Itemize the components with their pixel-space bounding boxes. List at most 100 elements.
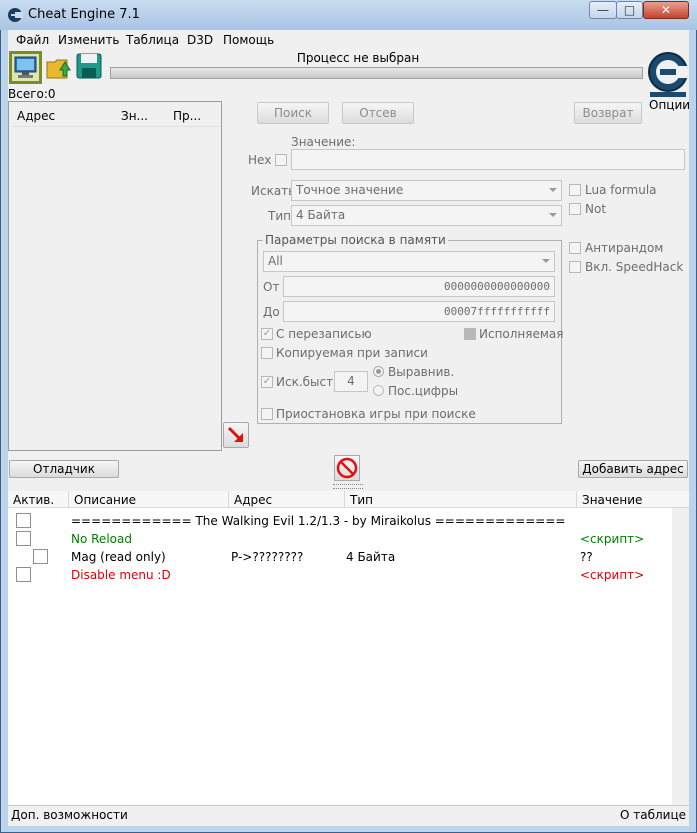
cheat-engine-icon [8,8,23,22]
col-type[interactable]: Тип [350,493,373,507]
column-divider [228,491,229,507]
advanced-options-link[interactable]: Доп. возможности [11,808,128,822]
fast-scan-label: Иск.быст. [276,375,337,389]
col-description[interactable]: Описание [74,493,136,507]
table-header: Актив. Описание Адрес Тип Значение [8,491,689,508]
cheat-engine-logo-icon [648,52,688,97]
column-divider [344,491,345,507]
table-row[interactable]: No Reload <скрипт> [8,530,672,548]
writable-checkbox[interactable]: ✓ [261,328,273,340]
options-label: Опции [649,98,691,112]
memory-group-title: Параметры поиска в памяти [263,233,448,247]
active-checkbox[interactable] [16,513,31,528]
row-value: <скрипт> [580,532,645,546]
value-type-select[interactable]: 4 Байта [291,205,562,226]
open-file-button[interactable] [45,52,75,82]
chevron-down-icon [549,213,557,217]
minimize-button[interactable]: — [589,1,617,19]
alignment-radio[interactable] [373,366,384,377]
memory-view-button[interactable]: Отладчик [9,460,119,478]
value-input[interactable] [291,149,685,170]
not-label: Not [585,202,607,216]
next-scan-button[interactable]: Отсев [342,102,414,124]
active-checkbox[interactable] [33,549,48,564]
lua-formula-checkbox[interactable] [569,184,581,196]
writable-label: С перезаписью [276,327,372,341]
scan-type-select[interactable]: Точное значение [291,180,562,201]
no-entry-icon [336,457,358,479]
computer-monitor-icon [14,56,37,78]
hex-checkbox[interactable] [275,154,287,166]
add-address-button[interactable]: Добавить адрес [578,460,688,478]
red-arrow-down-right-icon [227,426,243,442]
row-type: 4 Байта [346,550,396,564]
last-digits-radio[interactable] [373,385,384,396]
fast-scan-value-input[interactable]: 4 [334,371,368,392]
not-checkbox[interactable] [569,203,581,215]
undo-scan-button[interactable]: Возврат [574,102,642,124]
row-address: P->???????? [231,550,304,564]
row-description: ============ The Walking Evil 1.2/1.3 - … [71,514,566,528]
table-row[interactable]: Mag (read only) P->???????? 4 Байта ?? [8,548,672,566]
antirandom-checkbox[interactable] [569,242,581,254]
alignment-label: Выравнив. [388,365,455,379]
col-active[interactable]: Актив. [13,493,54,507]
memory-region-value: All [268,254,283,268]
clear-list-button[interactable] [334,455,360,481]
window-title: Cheat Engine 7.1 [28,7,140,22]
scan-type-value: Точное значение [296,183,404,197]
cheat-table[interactable]: ============ The Walking Evil 1.2/1.3 - … [8,508,689,805]
menu-d3d[interactable]: D3D [187,33,213,47]
value-label: Значение: [291,135,356,149]
open-process-button[interactable] [9,51,42,84]
active-checkbox[interactable] [16,531,31,546]
row-value: ?? [580,550,593,564]
to-label: До [263,305,280,319]
row-description: Disable menu :D [71,568,171,582]
vertical-scrollbar[interactable] [672,508,689,805]
table-extras-link[interactable]: О таблице [620,808,686,822]
col-address[interactable]: Адрес [17,109,55,123]
table-row[interactable]: Disable menu :D <скрипт> [8,566,672,584]
scan-progress-bar [110,67,643,79]
folder-open-icon [46,59,71,79]
col-table-value[interactable]: Значение [582,493,642,507]
speedhack-label: Вкл. SpeedHack [585,260,684,274]
active-checkbox[interactable] [16,567,31,582]
copy-on-write-label: Копируемая при записи [276,346,428,360]
menu-file[interactable]: Файл [16,33,49,47]
save-button[interactable] [75,52,105,82]
menu-bar: Файл Изменить Таблица D3D Помощь [8,30,689,50]
menu-edit[interactable]: Изменить [58,33,120,47]
chevron-down-icon [542,259,550,263]
col-previous[interactable]: Пр... [173,109,201,123]
close-button[interactable]: ✕ [643,1,689,19]
process-label: Процесс не выбран [296,51,420,65]
start-address-input[interactable]: 0000000000000000 [283,276,555,297]
speedhack-checkbox[interactable] [569,261,581,273]
table-row[interactable]: ============ The Walking Evil 1.2/1.3 - … [8,512,672,530]
splitter-handle[interactable] [333,484,363,489]
stop-address-input[interactable]: 00007fffffffffff [283,301,555,322]
menu-table[interactable]: Таблица [126,33,179,47]
chevron-down-icon [549,188,557,192]
executable-checkbox[interactable] [464,328,476,340]
title-bar[interactable]: Cheat Engine 7.1 — □ ✕ [0,0,697,30]
value-type-label: Тип [268,209,291,223]
row-description: Mag (read only) [71,550,166,564]
first-scan-button[interactable]: Поиск [257,102,329,124]
header-divider [13,126,219,127]
settings-button[interactable]: Опции [646,50,691,112]
copy-on-write-checkbox[interactable] [261,347,273,359]
maximize-button[interactable]: □ [616,1,643,19]
add-selected-to-list-button[interactable] [223,422,249,448]
value-type-value: 4 Байта [296,208,346,222]
col-value[interactable]: Зн... [121,109,148,123]
client-area: Файл Изменить Таблица D3D Помощь Процесс… [8,30,691,826]
memory-region-select[interactable]: All [263,251,555,272]
fast-scan-checkbox[interactable]: ✓ [261,376,273,388]
results-list[interactable]: Адрес Зн... Пр... [8,101,222,451]
pause-game-checkbox[interactable] [261,408,273,420]
col-table-address[interactable]: Адрес [234,493,272,507]
menu-help[interactable]: Помощь [223,33,274,47]
